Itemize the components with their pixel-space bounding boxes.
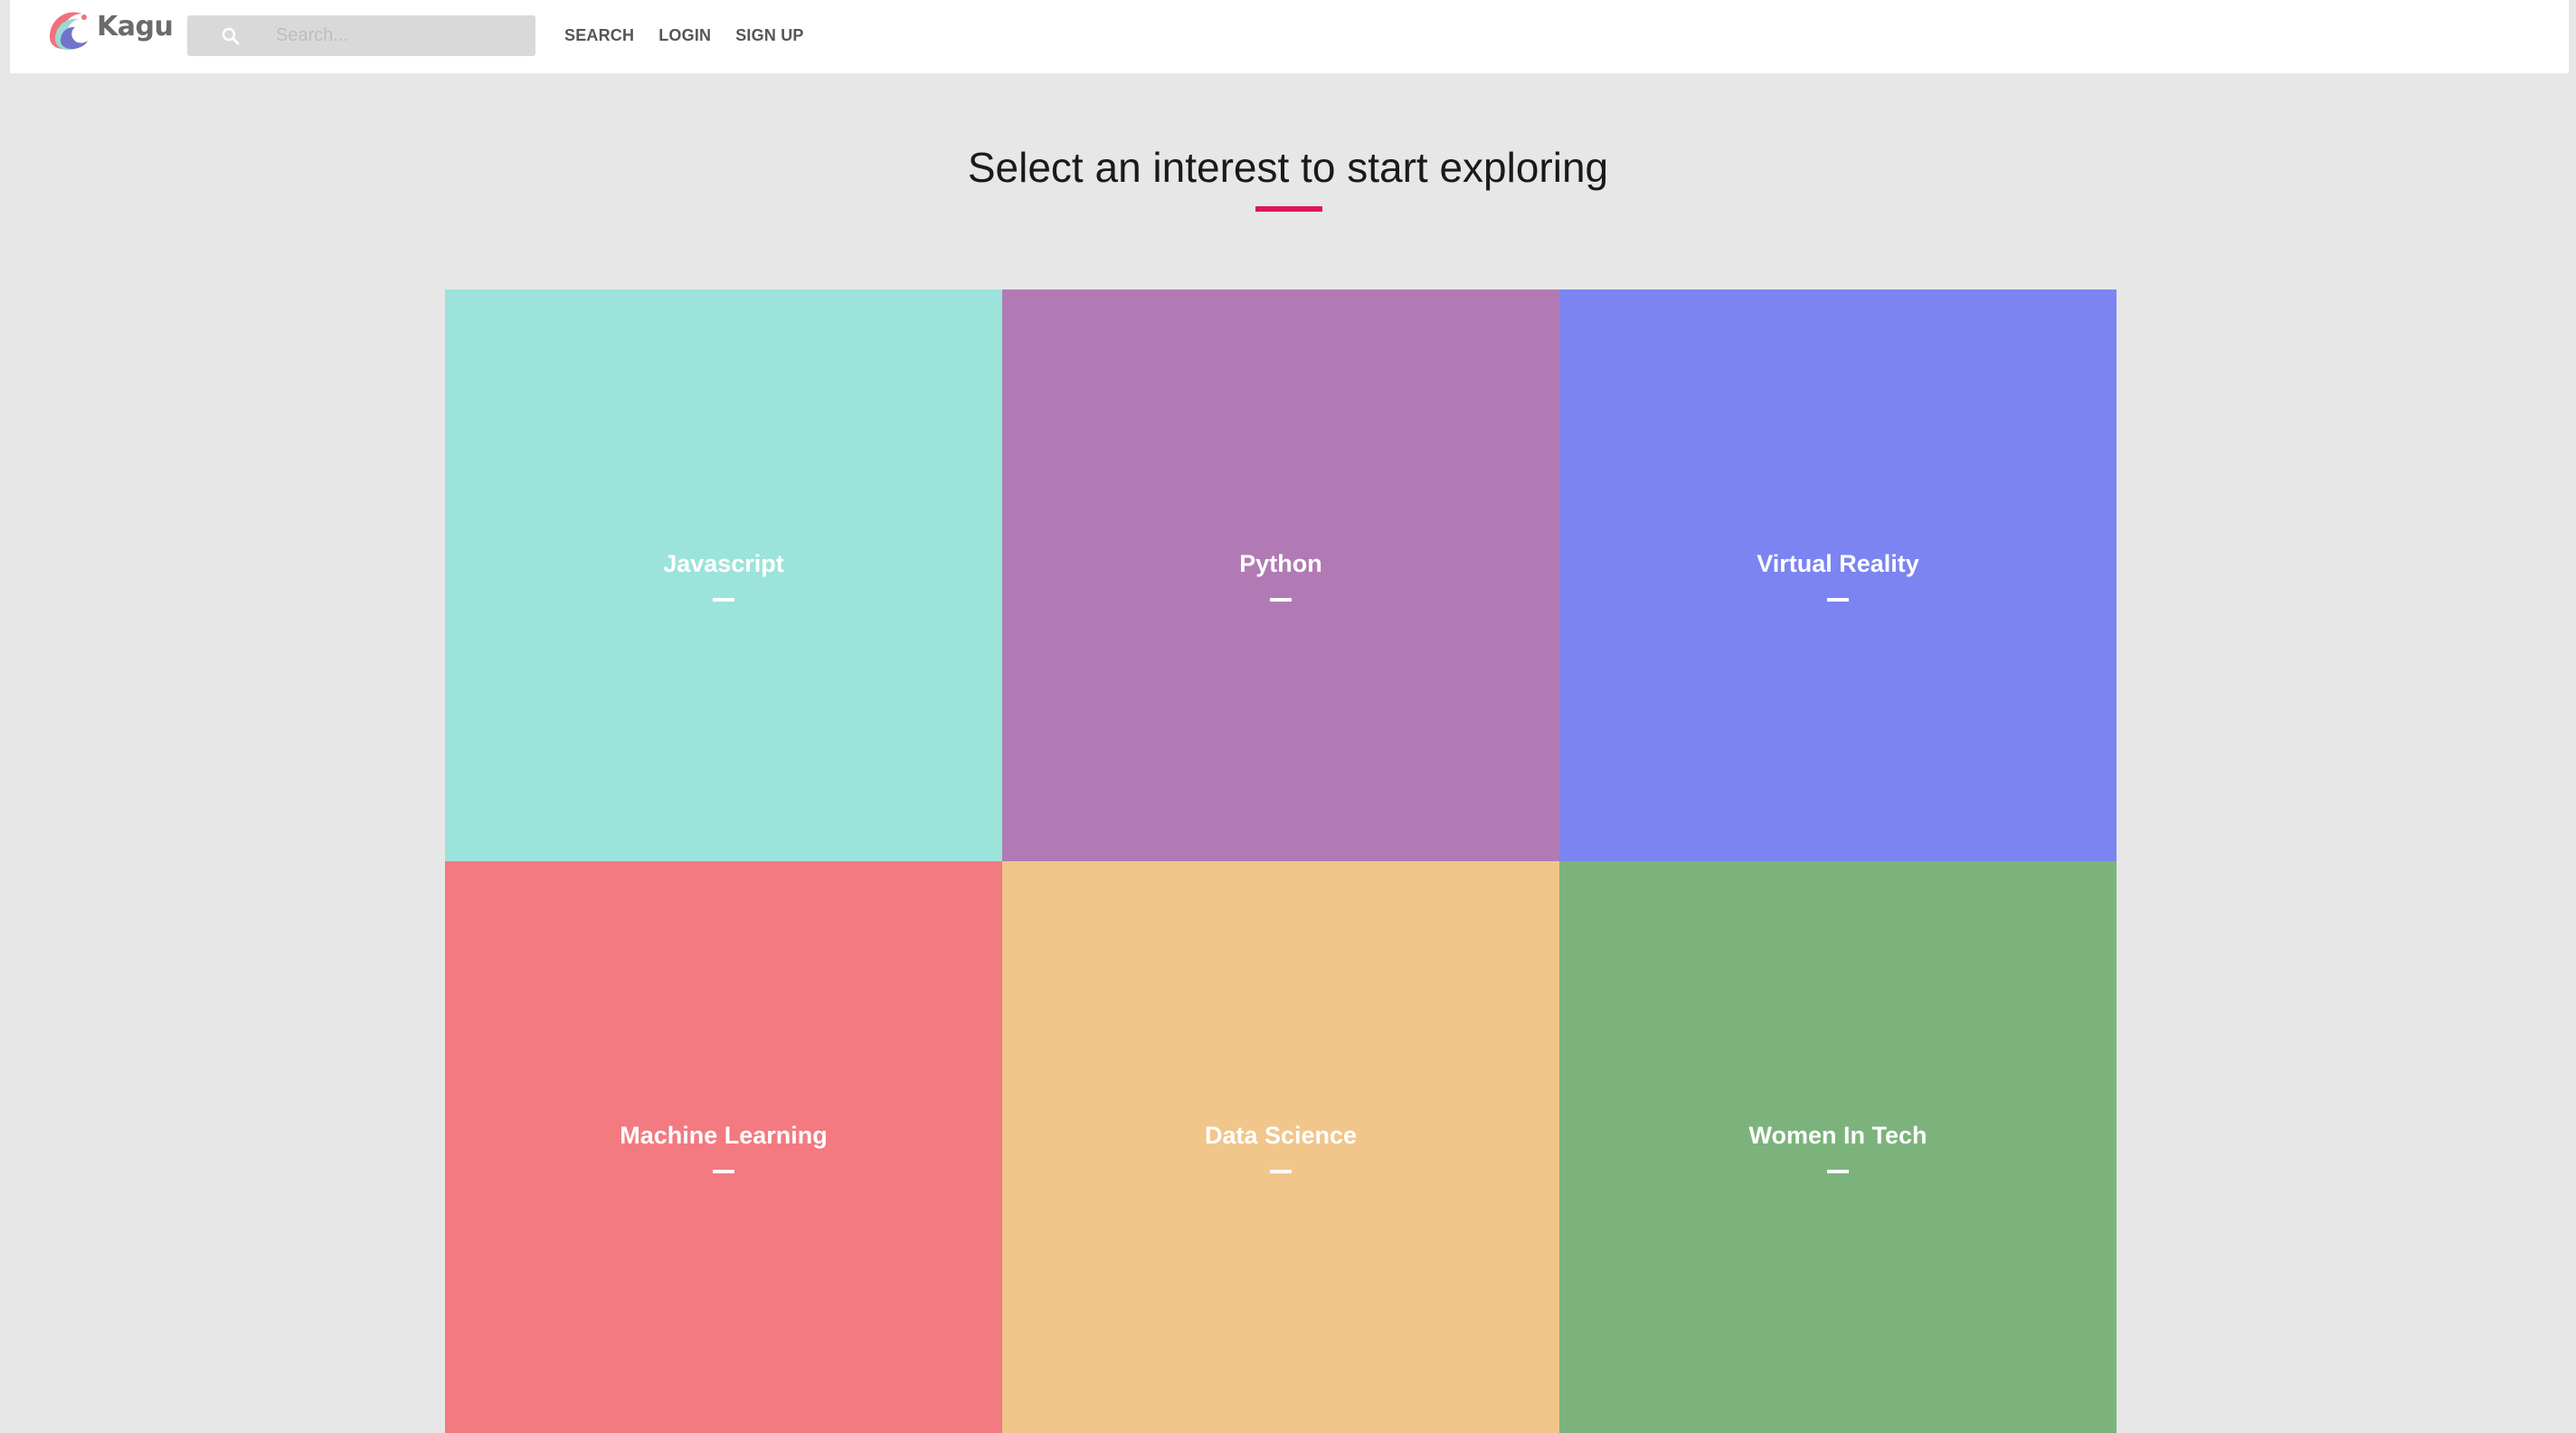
- interest-label: Python: [1239, 549, 1322, 577]
- page-title: Select an interest to start exploring: [967, 144, 1609, 191]
- interest-tile-python[interactable]: Python: [1002, 289, 1559, 861]
- kagu-logo-icon: [43, 3, 99, 59]
- nav-login-link[interactable]: LOGIN: [658, 26, 711, 45]
- interest-dash: [1270, 1169, 1292, 1173]
- interest-label: Women In Tech: [1748, 1121, 1927, 1149]
- interest-tile-women-in-tech[interactable]: Women In Tech: [1559, 861, 2117, 1433]
- interest-dash: [713, 1169, 734, 1173]
- interest-grid: Javascript Python Virtual Reality Machin…: [445, 289, 2117, 1433]
- interest-label: Data Science: [1204, 1121, 1358, 1149]
- nav-links: SEARCH LOGIN SIGN UP: [564, 0, 829, 71]
- interest-label: Machine Learning: [620, 1121, 828, 1149]
- search-input[interactable]: [276, 15, 520, 56]
- title-underline: [1255, 206, 1322, 212]
- interest-label: Javascript: [663, 549, 784, 577]
- nav-signup-link[interactable]: SIGN UP: [735, 26, 803, 45]
- interest-dash: [1827, 1169, 1849, 1173]
- brand-name: Kagu: [97, 10, 174, 43]
- interest-tile-data-science[interactable]: Data Science: [1002, 861, 1559, 1433]
- interest-tile-javascript[interactable]: Javascript: [445, 289, 1002, 861]
- top-navbar: Kagu SEARCH LOGIN SIGN UP: [10, 0, 2569, 73]
- interest-tile-machine-learning[interactable]: Machine Learning: [445, 861, 1002, 1433]
- nav-search-link[interactable]: SEARCH: [564, 26, 634, 45]
- search-icon[interactable]: [220, 25, 242, 47]
- interest-label: Virtual Reality: [1757, 549, 1919, 577]
- interest-dash: [713, 597, 734, 602]
- interest-dash: [1827, 597, 1849, 602]
- interest-dash: [1270, 597, 1292, 602]
- interest-tile-virtual-reality[interactable]: Virtual Reality: [1559, 289, 2117, 861]
- search-bar: [187, 15, 535, 56]
- logo[interactable]: Kagu: [43, 3, 174, 59]
